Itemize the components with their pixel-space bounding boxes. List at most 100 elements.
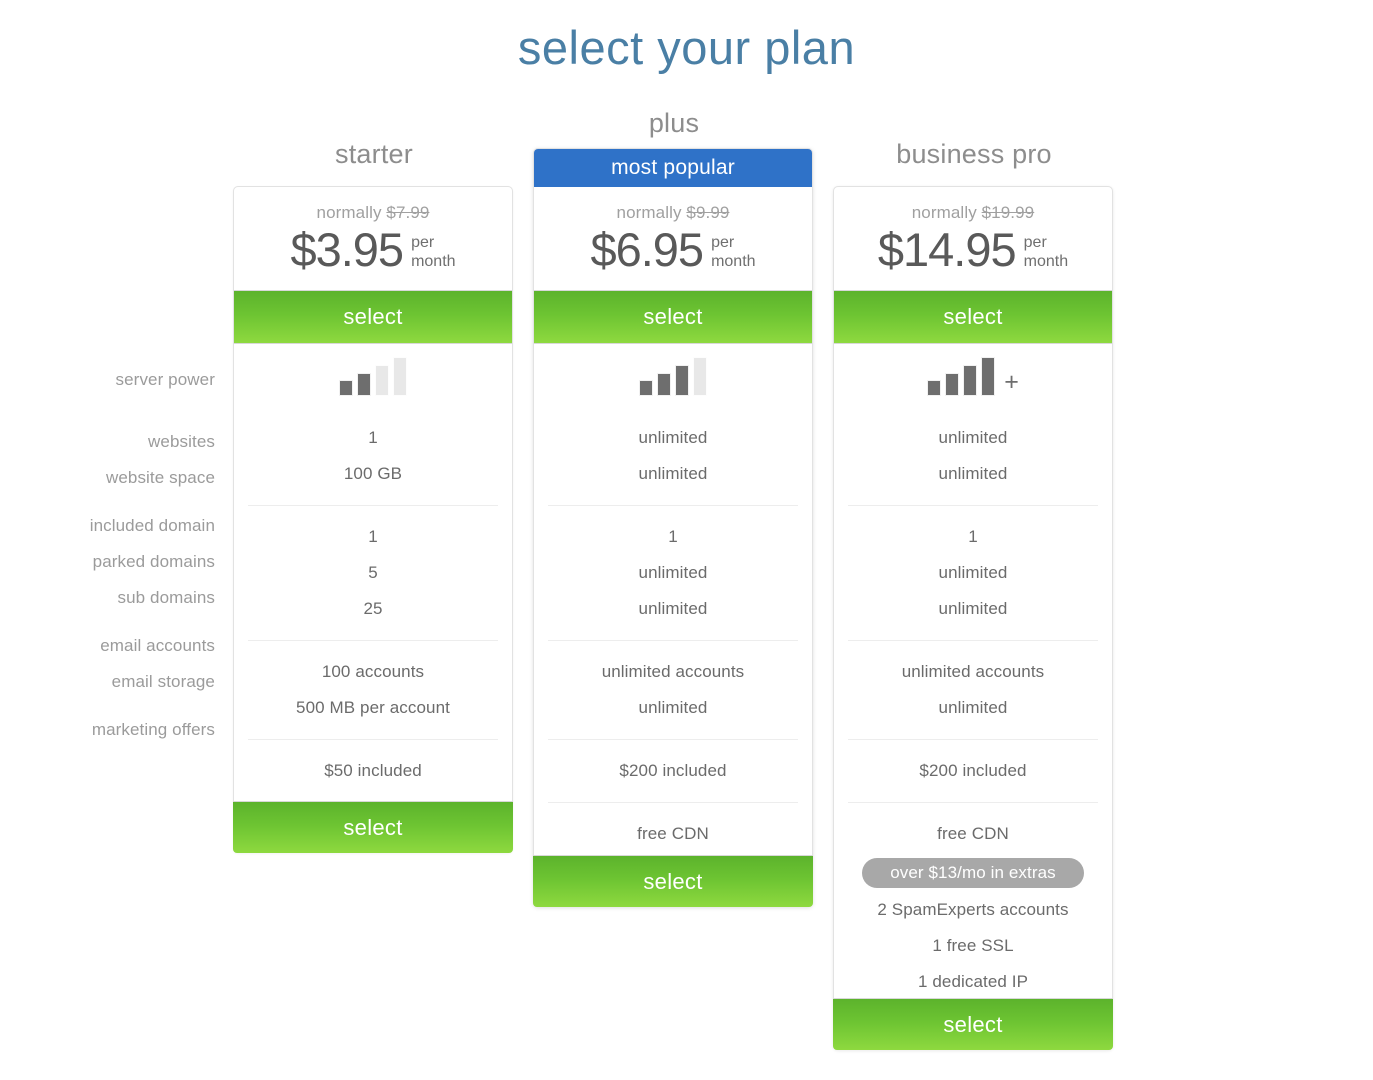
price-block-starter: normally $7.99 $3.95 per month [234,187,512,290]
price-amount: $3.95 [290,223,404,276]
select-button-business-pro-top[interactable]: select [834,290,1112,344]
extra-item: 1 free SSL [932,936,1014,955]
price-block-business-pro: normally $19.99 $14.95 per month [834,187,1112,290]
feature-label-marketing-offers: marketing offers [91,720,215,739]
select-button-starter-bottom[interactable]: select [233,801,513,853]
value-marketing-offers: $200 included [619,761,727,780]
value-included-domain: 1 [668,527,678,546]
price-row-business-pro: $14.95 per month [834,224,1112,276]
signal-bars-icon [339,357,407,396]
extra-item: 2 SpamExperts accounts [877,900,1069,919]
value-parked-domains: 5 [368,563,378,582]
extra-item: free CDN [637,824,709,843]
feature-group-domains: 1 5 25 [248,505,498,640]
price-period-month: month [711,253,756,270]
value-sub-domains: 25 [363,599,383,618]
value-marketing-offers: $50 included [324,761,422,780]
bar-2 [945,373,960,396]
bar-4 [981,357,996,396]
extra-item: free CDN [937,824,1009,843]
normally-label: normally [911,203,977,222]
normally-label: normally [316,203,382,222]
value-email-storage: 500 MB per account [296,698,450,717]
value-website-space: 100 GB [343,464,403,483]
bar-3 [963,365,978,396]
bar-1 [339,380,353,396]
feature-group-websites: 1 100 GB [248,420,498,505]
normally-line-business-pro: normally $19.99 [834,203,1112,223]
value-included-domain: 1 [368,527,378,546]
bar-2 [357,373,371,396]
price-amount: $6.95 [590,223,704,276]
feature-group-email: 100 accounts 500 MB per account [248,640,498,739]
select-button-plus-bottom[interactable]: select [533,855,813,907]
price-block-plus: normally $9.99 $6.95 per month [534,187,812,290]
feature-group-marketing: $50 included [248,739,498,802]
old-price: $7.99 [386,203,430,222]
bar-4 [393,357,407,396]
normally-line-starter: normally $7.99 [234,203,512,223]
feature-label-email-storage: email storage [111,672,215,691]
plan-heading-starter: starter [335,139,413,169]
value-websites: unlimited [938,428,1008,447]
value-included-domain: 1 [968,527,978,546]
feature-label-parked-domains: parked domains [92,552,215,571]
bar-3 [675,365,689,396]
value-email-storage: unlimited [638,698,708,717]
select-button-plus-top[interactable]: select [534,290,812,344]
price-period: per month [411,233,455,271]
normally-label: normally [616,203,682,222]
plan-card-business-pro: normally $19.99 $14.95 per month select … [833,186,1113,1050]
select-button-business-pro-bottom[interactable]: select [833,998,1113,1050]
page-title: select your plan [517,21,856,74]
value-email-accounts: unlimited accounts [901,662,1045,681]
price-period-per: per [711,234,735,251]
feature-group-websites: unlimited unlimited [848,420,1098,505]
feature-group-marketing: $200 included [848,739,1098,802]
plus-sign-icon: + [1004,368,1019,396]
value-websites: 1 [368,428,378,447]
feature-group-domains: 1 unlimited unlimited [548,505,798,640]
price-period-per: per [411,234,435,251]
feature-group-marketing: $200 included [548,739,798,802]
server-power-plus [534,344,812,420]
feature-group-email: unlimited accounts unlimited [548,640,798,739]
select-button-starter-top[interactable]: select [234,290,512,344]
plan-heading-plus: plus [648,108,700,138]
signal-bars-icon: + [927,357,1019,396]
price-row-starter: $3.95 per month [234,224,512,276]
value-parked-domains: unlimited [938,563,1008,582]
value-parked-domains: unlimited [638,563,708,582]
server-power-business-pro: + [834,344,1112,420]
plan-heading-business-pro: business pro [896,139,1052,169]
bar-2 [657,373,671,396]
server-power-starter [234,344,512,420]
value-email-accounts: 100 accounts [321,662,425,681]
price-period-per: per [1023,234,1047,251]
feature-label-email-accounts: email accounts [100,636,215,655]
bar-4 [693,357,707,396]
price-period: per month [711,233,755,271]
old-price: $9.99 [686,203,730,222]
feature-label-included-domain: included domain [89,516,215,535]
feature-values-plus: unlimited unlimited 1 unlimited unlimite… [534,420,812,901]
value-email-accounts: unlimited accounts [601,662,745,681]
value-website-space: unlimited [638,464,708,483]
price-period-month: month [411,253,456,270]
price-period-month: month [1023,253,1069,270]
price-period: per month [1024,233,1068,271]
bar-1 [927,380,942,396]
feature-group-websites: unlimited unlimited [548,420,798,505]
feature-values-business-pro: unlimited unlimited 1 unlimited unlimite… [834,420,1112,1049]
extra-item: 1 dedicated IP [917,972,1029,991]
plan-card-plus: most popular normally $9.99 $6.95 per mo… [533,148,813,907]
feature-label-websites: websites [148,432,215,451]
value-marketing-offers: $200 included [919,761,1027,780]
old-price: $19.99 [981,203,1035,222]
bar-1 [639,380,653,396]
feature-group-email: unlimited accounts unlimited [848,640,1098,739]
value-sub-domains: unlimited [638,599,708,618]
value-website-space: unlimited [938,464,1008,483]
signal-bars-icon [639,357,707,396]
price-amount: $14.95 [877,223,1017,276]
